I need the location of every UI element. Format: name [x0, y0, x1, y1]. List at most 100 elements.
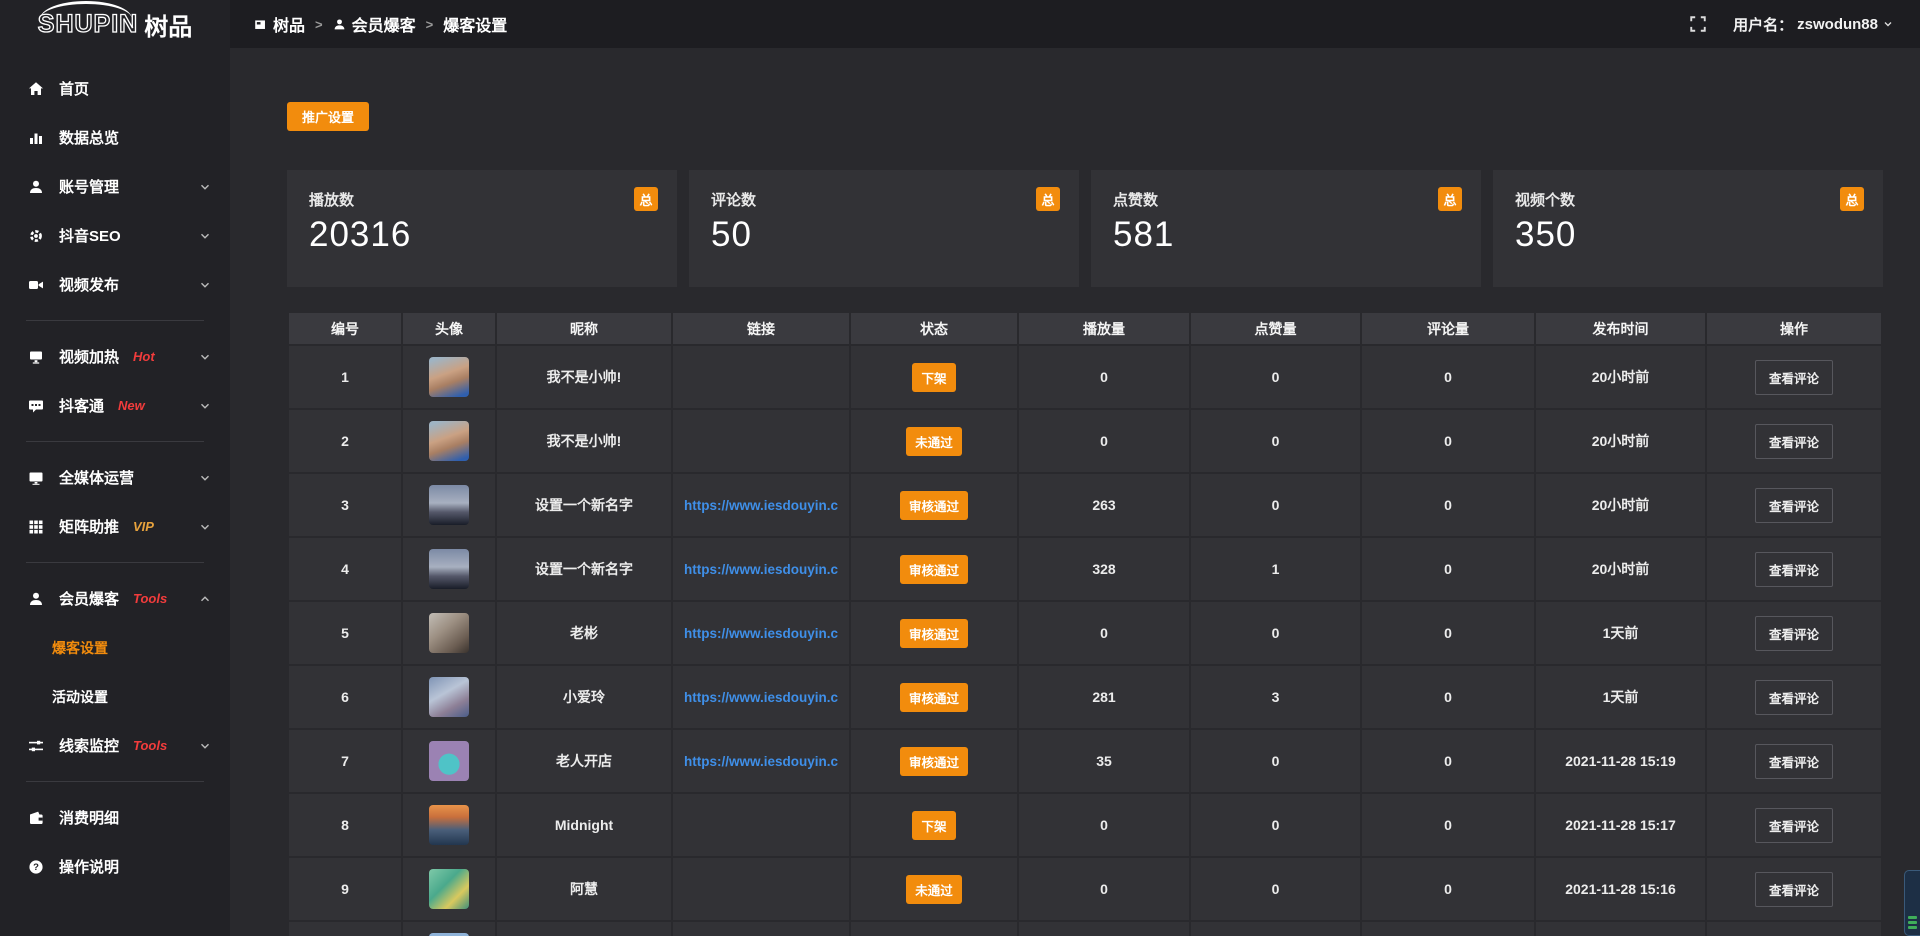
table-row: 5 老彬 https://www.iesdouyin.c 审核通过 0 0 0 … [289, 602, 1881, 664]
nickname: 阿慧 [497, 858, 671, 920]
likes-count: 3 [1191, 666, 1360, 728]
svg-text:?: ? [33, 862, 39, 873]
sidebar-item-douketong[interactable]: 抖客通 New [0, 381, 230, 430]
view-comments-button[interactable]: 查看评论 [1755, 808, 1833, 843]
gear-icon [28, 228, 44, 244]
video-camera-icon [28, 277, 44, 293]
video-link[interactable]: https://www.iesdouyin.c [684, 690, 838, 705]
avatar [429, 869, 469, 909]
sidebar-item-home[interactable]: 首页 [0, 64, 230, 113]
plays-count: 0 [1019, 858, 1189, 920]
sidebar-item-douyin-seo[interactable]: 抖音SEO [0, 211, 230, 260]
plays-count: 0 [1019, 794, 1189, 856]
stat-label: 评论数 [711, 189, 1057, 210]
publish-time: 20小时前 [1536, 346, 1705, 408]
video-link[interactable]: https://www.iesdouyin.c [684, 626, 838, 641]
row-number: 8 [289, 794, 401, 856]
wallet-icon [28, 810, 44, 826]
breadcrumb: 树品 > 会员爆客 > 爆客设置 [254, 12, 507, 36]
user-icon [28, 179, 44, 195]
logo-arc [40, 1, 132, 19]
sidebar-divider [26, 441, 204, 442]
status-badge: 下架 [912, 811, 955, 840]
nickname: 我不是小帅! [497, 410, 671, 472]
sidebar-item-video-heat[interactable]: 视频加热 Hot [0, 332, 230, 381]
table-row: 2 我不是小帅! 未通过 0 0 0 20小时前 查看评论 [289, 410, 1881, 472]
avatar [429, 805, 469, 845]
sidebar-item-member-baoke[interactable]: 会员爆客 Tools [0, 574, 230, 623]
sidebar-subitem-label: 活动设置 [52, 687, 108, 707]
stat-label: 点赞数 [1113, 189, 1459, 210]
view-comments-button[interactable]: 查看评论 [1755, 488, 1833, 523]
sidebar-item-label: 首页 [59, 78, 89, 99]
breadcrumb-item-member-baoke[interactable]: 会员爆客 [333, 12, 416, 36]
sidebar-divider [26, 562, 204, 563]
plays-count: 281 [1019, 666, 1189, 728]
row-number: 6 [289, 666, 401, 728]
sidebar-item-video-publish[interactable]: 视频发布 [0, 260, 230, 309]
likes-count: 0 [1191, 410, 1360, 472]
view-comments-button[interactable]: 查看评论 [1755, 552, 1833, 587]
sidebar: SHUPIN 树品 首页 数据总览 账号管理 抖音SEO 视频发布 [0, 0, 230, 936]
sidebar-item-all-media[interactable]: 全媒体运营 [0, 453, 230, 502]
plays-count: 0 [1019, 346, 1189, 408]
video-link[interactable]: https://www.iesdouyin.c [684, 498, 838, 513]
likes-count: 0 [1191, 730, 1360, 792]
help-icon: ? [28, 859, 44, 875]
publish-time: 20小时前 [1536, 410, 1705, 472]
floating-widget-bar [1908, 921, 1917, 924]
comments-count: 0 [1362, 410, 1534, 472]
view-comments-button[interactable]: 查看评论 [1755, 872, 1833, 907]
sidebar-subitem-baoke-settings[interactable]: 爆客设置 [0, 623, 230, 672]
sidebar-item-label: 矩阵助推 [59, 516, 119, 537]
user-dropdown[interactable]: 用户名：zswodun88 [1733, 14, 1894, 35]
status-badge: 审核通过 [900, 619, 968, 648]
comments-count: 0 [1362, 602, 1534, 664]
breadcrumb-item-shupin[interactable]: 树品 [254, 12, 305, 36]
row-number: 9 [289, 858, 401, 920]
videos-table: 编号 头像 昵称 链接 状态 播放量 点赞量 评论量 发布时间 操作 1 我不是… [287, 311, 1883, 936]
total-badge: 总 [1036, 187, 1060, 211]
sidebar-item-matrix-boost[interactable]: 矩阵助推 VIP [0, 502, 230, 551]
sidebar-divider [26, 781, 204, 782]
video-link[interactable]: https://www.iesdouyin.c [684, 562, 838, 577]
floating-widget[interactable] [1904, 870, 1920, 936]
video-link[interactable]: https://www.iesdouyin.c [684, 754, 838, 769]
likes-count: 0 [1191, 858, 1360, 920]
tools-badge: Tools [133, 738, 167, 753]
view-comments-button[interactable]: 查看评论 [1755, 744, 1833, 779]
sidebar-item-label: 线索监控 [59, 735, 119, 756]
comments-count: 0 [1362, 858, 1534, 920]
sidebar-item-consumption-details[interactable]: 消费明细 [0, 793, 230, 842]
chevron-down-icon [198, 229, 212, 243]
table-row: 1 我不是小帅! 下架 0 0 0 20小时前 查看评论 [289, 346, 1881, 408]
view-comments-button[interactable]: 查看评论 [1755, 424, 1833, 459]
total-badge: 总 [634, 187, 658, 211]
stat-cards: 播放数 20316 总 评论数 50 总 点赞数 581 总 视频个数 350 … [287, 170, 1883, 287]
view-comments-button[interactable]: 查看评论 [1755, 616, 1833, 651]
column-header: 评论量 [1362, 313, 1534, 344]
sidebar-item-account-mgmt[interactable]: 账号管理 [0, 162, 230, 211]
sidebar-item-label: 抖客通 [59, 395, 104, 416]
home-icon [28, 81, 44, 97]
table-row: 6 小爱玲 https://www.iesdouyin.c 审核通过 281 3… [289, 666, 1881, 728]
column-header: 头像 [403, 313, 495, 344]
view-comments-button[interactable]: 查看评论 [1755, 360, 1833, 395]
view-comments-button[interactable]: 查看评论 [1755, 680, 1833, 715]
sidebar-item-data-overview[interactable]: 数据总览 [0, 113, 230, 162]
sidebar-item-instructions[interactable]: ? 操作说明 [0, 842, 230, 891]
nickname: 老彬 [497, 602, 671, 664]
row-number: 2 [289, 410, 401, 472]
tools-badge: Tools [133, 591, 167, 606]
comments-count: 0 [1362, 666, 1534, 728]
logo[interactable]: SHUPIN 树品 [0, 0, 230, 48]
sidebar-item-label: 数据总览 [59, 127, 119, 148]
sidebar-item-clue-monitor[interactable]: 线索监控 Tools [0, 721, 230, 770]
fullscreen-icon[interactable] [1689, 15, 1707, 33]
likes-count: 0 [1191, 346, 1360, 408]
status-badge: 审核通过 [900, 491, 968, 520]
stat-value: 581 [1113, 215, 1459, 255]
sidebar-subitem-activity-settings[interactable]: 活动设置 [0, 672, 230, 721]
promo-settings-button[interactable]: 推广设置 [287, 102, 369, 131]
status-badge: 审核通过 [900, 683, 968, 712]
